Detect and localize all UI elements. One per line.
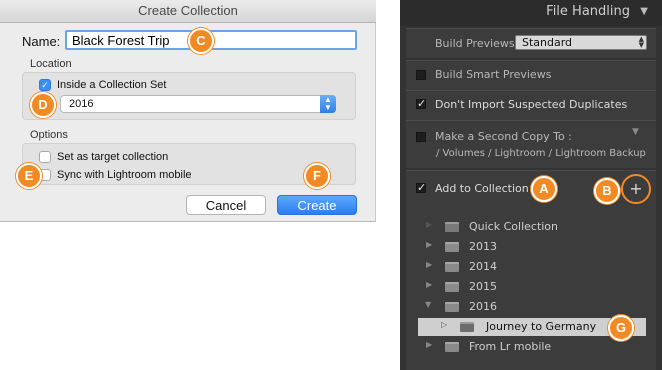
callout-c: C [188, 28, 214, 54]
triangle-down-icon[interactable]: ▼ [425, 300, 431, 309]
second-copy-row [406, 120, 656, 168]
duplicates-checkbox[interactable]: ✓ [416, 98, 426, 109]
build-previews-select[interactable]: Standard ▲ ▼ [515, 35, 647, 50]
collection-tree-row[interactable]: ▼ 2016 [400, 298, 662, 316]
sync-mobile-label: Sync with Lightroom mobile [57, 169, 192, 181]
smart-previews-checkbox[interactable] [416, 70, 426, 80]
add-to-collection-label: Add to Collection [435, 182, 529, 195]
callout-f: F [304, 163, 330, 189]
name-label: Name: [22, 34, 61, 49]
collection-label: Journey to Germany [486, 320, 597, 333]
collection-set-icon [445, 342, 459, 352]
callout-b: B [594, 178, 620, 204]
triangle-right-icon[interactable]: ▶ [426, 260, 432, 269]
collapse-triangle-icon[interactable]: ▼ [640, 6, 648, 17]
collection-set-icon [445, 302, 459, 312]
second-copy-dropdown-icon[interactable]: ▼ [632, 127, 639, 137]
disclosure-triangle-icon: ▶ [426, 220, 433, 229]
popup-stepper-icon: ▲ ▼ [320, 95, 336, 113]
callout-d: D [30, 92, 56, 118]
quick-collection-icon [445, 222, 459, 232]
triangle-right-icon[interactable]: ▶ [426, 280, 432, 289]
build-previews-value: Standard [522, 36, 573, 49]
callout-g: G [608, 315, 634, 341]
panel-header[interactable]: File Handling ▼ [400, 0, 662, 26]
select-stepper-icon: ▲ ▼ [638, 35, 644, 49]
cancel-button[interactable]: Cancel [186, 195, 266, 215]
collection-label: 2014 [469, 260, 497, 273]
triangle-right-icon[interactable]: ▶ [426, 340, 432, 349]
collection-label: 2016 [469, 300, 497, 313]
collection-tree-row[interactable]: ▶ 2015 [400, 278, 662, 296]
callout-e: E [16, 163, 42, 189]
location-label: Location [30, 58, 72, 70]
collection-label: 2013 [469, 240, 497, 253]
dialog-title: Create Collection [0, 0, 376, 23]
collection-label: 2015 [469, 280, 497, 293]
inside-set-checkbox[interactable]: ✓ [39, 79, 51, 91]
second-copy-label: Make a Second Copy To : [435, 130, 572, 143]
add-to-collection-checkbox[interactable]: ✓ [416, 182, 426, 193]
collection-set-value: 2016 [69, 98, 94, 110]
disclosure-triangle-icon: ▷ [441, 320, 448, 329]
inside-set-label: Inside a Collection Set [57, 79, 167, 91]
collection-set-icon [445, 282, 459, 292]
callout-a: A [531, 176, 557, 202]
smart-previews-label: Build Smart Previews [435, 68, 552, 81]
collection-label: Quick Collection [469, 220, 559, 233]
sync-mobile-option[interactable]: Sync with Lightroom mobile [39, 169, 192, 181]
duplicates-label: Don't Import Suspected Duplicates [435, 98, 628, 111]
second-copy-checkbox[interactable] [416, 132, 426, 142]
triangle-right-icon[interactable]: ▶ [426, 240, 432, 249]
collection-set-icon [445, 262, 459, 272]
target-collection-label: Set as target collection [57, 151, 169, 163]
target-collection-option[interactable]: Set as target collection [39, 151, 168, 163]
add-collection-plus-button[interactable]: + [621, 174, 651, 204]
second-copy-path: / Volumes / Lightroom / Lightroom Backup [436, 148, 646, 159]
panel-title: File Handling [546, 4, 630, 19]
options-label: Options [30, 129, 68, 141]
build-previews-label: Build Previews [435, 37, 515, 50]
collection-tree-row[interactable]: ▶ 2013 [400, 238, 662, 256]
collection-icon [460, 322, 474, 332]
collection-tree-row[interactable]: ▶ 2014 [400, 258, 662, 276]
target-collection-checkbox[interactable] [39, 151, 51, 163]
collection-set-popup[interactable]: 2016 ▲ ▼ [60, 95, 336, 113]
collection-set-icon [445, 242, 459, 252]
collection-label: From Lr mobile [469, 340, 552, 353]
inside-collection-set-option[interactable]: ✓ Inside a Collection Set [39, 79, 166, 91]
create-button[interactable]: Create [277, 195, 357, 215]
collection-tree-row[interactable]: ▶ Quick Collection [400, 218, 662, 236]
